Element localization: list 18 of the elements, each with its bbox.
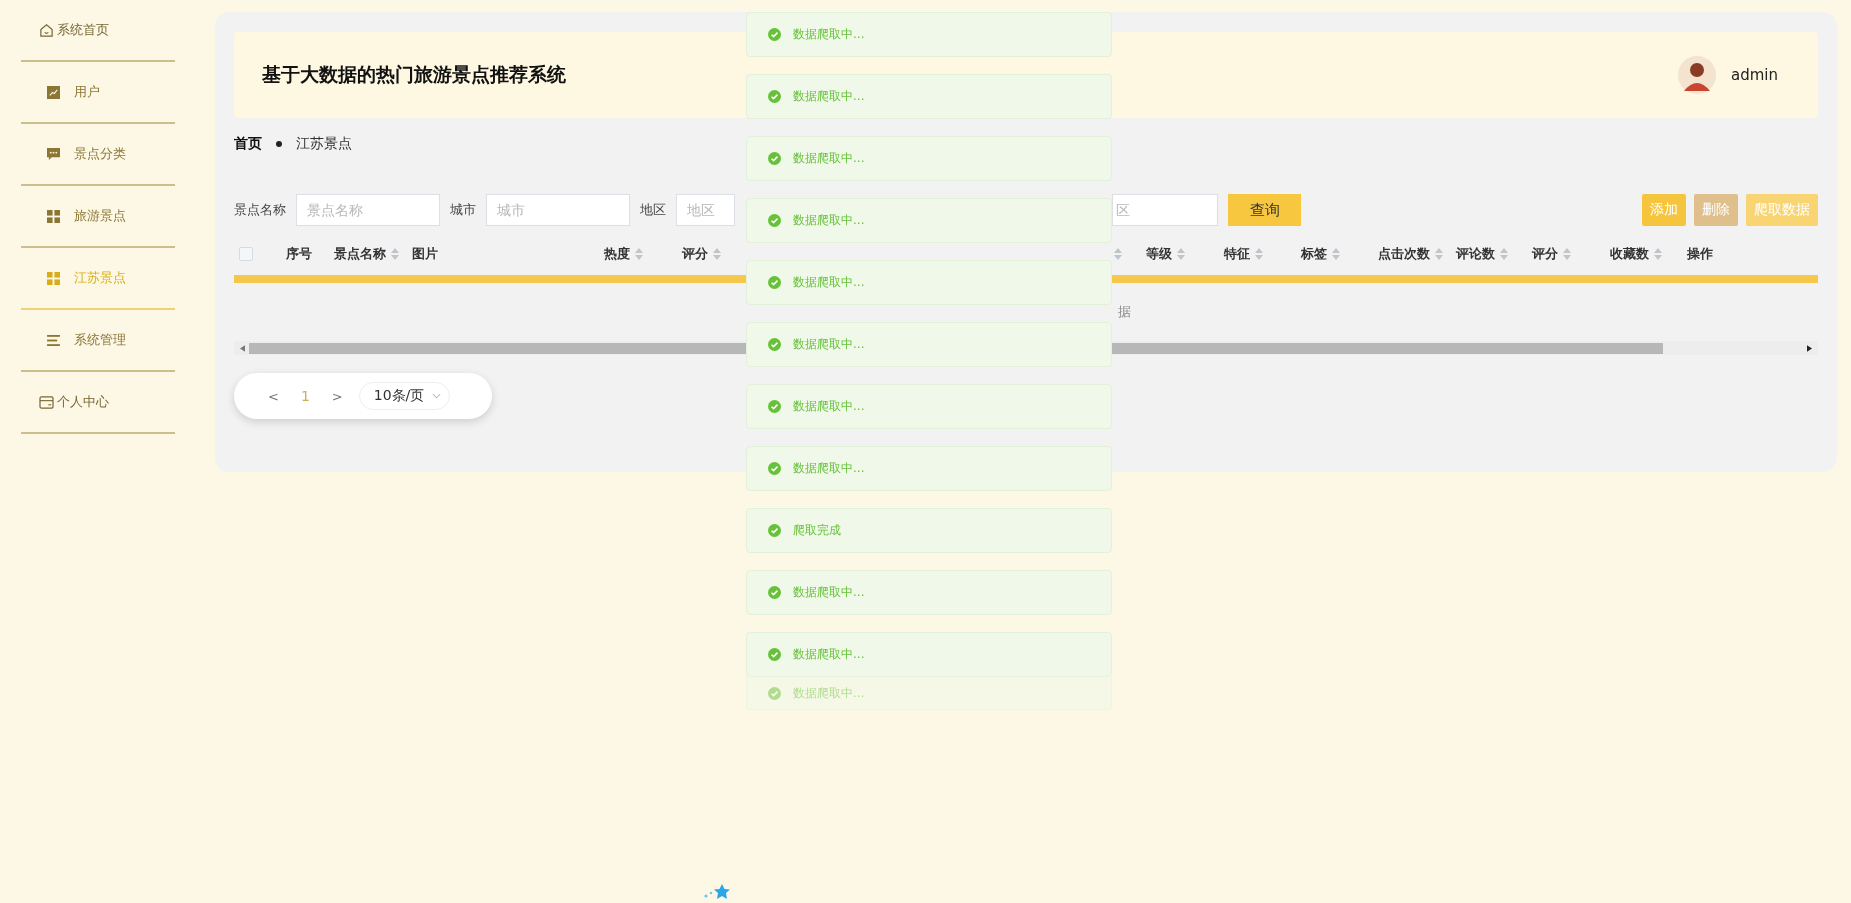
breadcrumb-current: 江苏景点: [296, 135, 352, 153]
field-label: 地区: [640, 201, 666, 219]
toast-message: 爬取完成: [793, 522, 841, 539]
toast-message: 数据爬取中...: [793, 584, 865, 601]
toast-message: 数据爬取中...: [793, 274, 865, 291]
field-label: 景点名称: [234, 201, 286, 219]
toast-message: 数据爬取中...: [793, 26, 865, 43]
toast-message: 数据爬取中...: [793, 460, 865, 477]
toast-message: 数据爬取中...: [793, 646, 865, 663]
field-label: 城市: [450, 201, 476, 219]
toast-message: 数据爬取中...: [793, 88, 865, 105]
toast-message: 数据爬取中...: [793, 150, 865, 167]
system-title: 基于大数据的热门旅游景点推荐系统: [262, 62, 567, 87]
toast-message: 数据爬取中...: [793, 336, 865, 353]
toast-message: 数据爬取中...: [793, 684, 865, 702]
toast-message: 数据爬取中...: [793, 398, 865, 415]
empty-message: 据: [1118, 303, 1131, 321]
toast-message: 数据爬取中...: [793, 212, 865, 229]
